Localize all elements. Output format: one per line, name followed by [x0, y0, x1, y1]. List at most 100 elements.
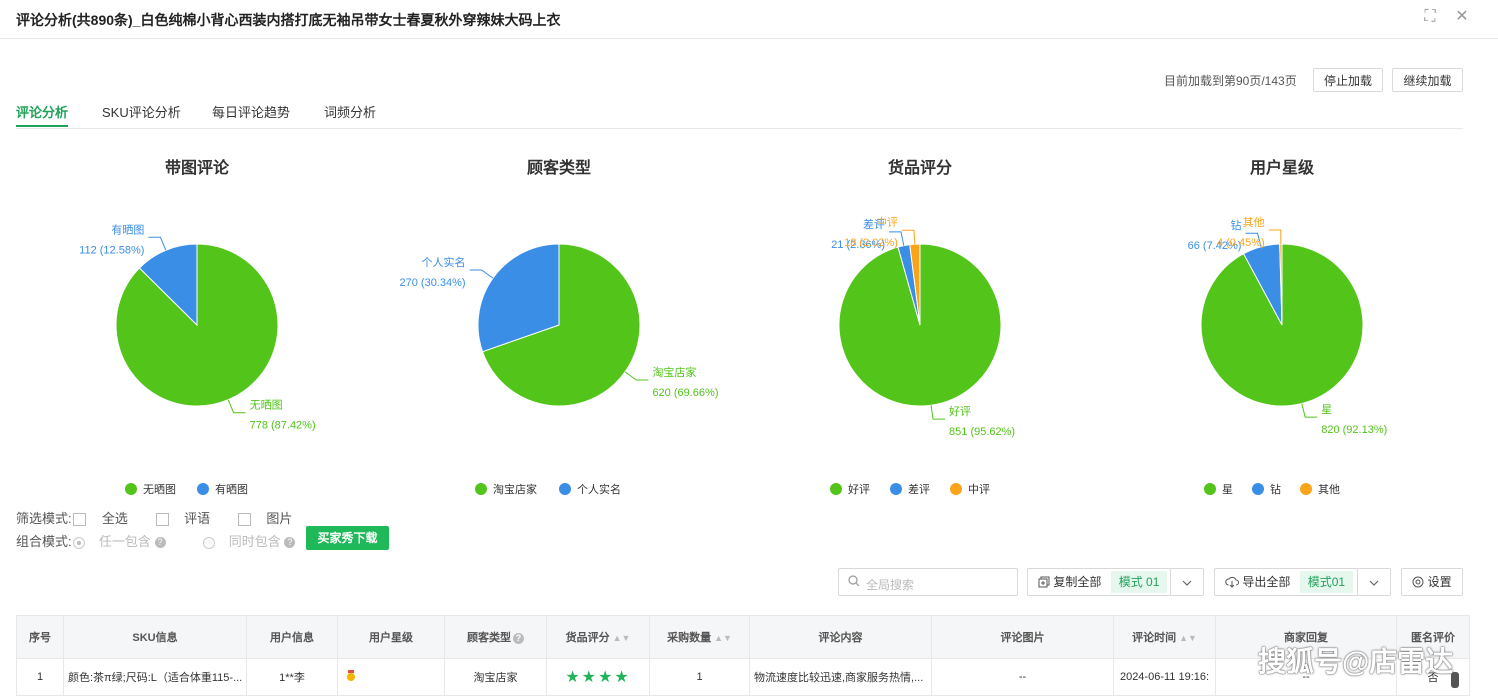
cell-user: 1**李	[246, 658, 338, 696]
combo-mode-row: 组合模式: 任一包含 ? 同时包含 ?	[16, 531, 296, 550]
legend-label[interactable]: 星	[1222, 483, 1233, 496]
medal-icon	[344, 669, 358, 686]
column-header-label: 货品评分	[565, 632, 610, 644]
column-header: SKU信息	[63, 615, 247, 659]
legend-label[interactable]: 钻	[1270, 482, 1281, 496]
cell-images: --	[931, 658, 1114, 696]
radio-all-include[interactable]	[203, 536, 216, 549]
column-header: 用户星级	[337, 615, 445, 659]
sort-icon[interactable]: ▲▼	[613, 633, 631, 643]
pie-leader-line	[1268, 229, 1282, 245]
help-icon[interactable]: ?	[513, 632, 524, 644]
pie-slice-label: 钻	[1230, 218, 1241, 232]
rating-stars: ★★★★	[565, 669, 631, 686]
column-header-label: 采购数量	[667, 632, 712, 644]
checkbox-label: 评语	[184, 511, 211, 526]
sort-icon[interactable]: ▲▼	[714, 633, 732, 643]
checkbox-label: 图片	[266, 511, 293, 526]
pie-leader-line	[148, 236, 167, 251]
cell-star-level	[337, 658, 445, 696]
pie-slice-label: 其他	[1243, 216, 1265, 229]
column-header-label: 顾客类型	[467, 632, 511, 644]
radio-label: 任一包含	[98, 534, 151, 549]
pie-slice-value: 820 (92.13%)	[1321, 424, 1387, 436]
cell-customer-type: 淘宝店家	[444, 658, 547, 696]
legend-marker[interactable]	[197, 483, 209, 495]
copy-mode-tag: 模式 01	[1110, 571, 1168, 593]
pie-slice-value: 620 (69.66%)	[652, 387, 718, 399]
pie-slice-value: 270 (30.34%)	[400, 277, 466, 289]
pie-charts: 无晒图778 (87.42%)有晒图112 (12.58%)无晒图 有晒图淘宝店家…	[79, 216, 1387, 496]
chevron-down-icon	[1369, 575, 1379, 589]
cell-rating: ★★★★	[546, 658, 650, 696]
export-all-label: 导出全部	[1242, 575, 1291, 589]
copy-mode-dropdown[interactable]	[1170, 568, 1204, 596]
legend-label[interactable]: 中评	[968, 483, 990, 496]
radio-any-include[interactable]	[73, 536, 86, 549]
legend-marker[interactable]	[475, 483, 487, 495]
pie-slice-label: 好评	[949, 404, 971, 418]
legend-marker[interactable]	[559, 483, 571, 495]
pie-slice-label: 个人实名	[422, 255, 466, 269]
table-row[interactable]: 1 颜色:茶π绿;尺码:L（适合体重115-... 1**李 淘宝店家 ★★★★…	[16, 658, 1470, 696]
legend-marker[interactable]	[890, 483, 902, 495]
cell-qty: 1	[649, 658, 750, 696]
checkbox-image[interactable]	[237, 513, 251, 527]
column-header: 序号	[16, 615, 64, 659]
filter-mode-row: 筛选模式: 全选 评语 图片	[16, 508, 292, 527]
settings-button[interactable]: 设置	[1401, 568, 1463, 596]
pie-leader-line	[469, 269, 494, 279]
legend-label[interactable]: 其他	[1318, 483, 1340, 496]
copy-all-button[interactable]: 复制全部 模式 01	[1027, 568, 1171, 596]
legend-label[interactable]: 无晒图	[143, 483, 176, 496]
pie-slice-value: 4 (0.45%)	[1217, 237, 1265, 249]
column-header[interactable]: 顾客类型?	[444, 615, 547, 659]
pie-slice-value: 112 (12.58%)	[79, 244, 144, 256]
pie-slice-label: 淘宝店家	[652, 365, 696, 379]
help-icon[interactable]: ?	[284, 537, 296, 549]
cell-time: 2024-06-11 19:16:	[1113, 658, 1216, 696]
legend-label[interactable]: 有晒图	[215, 482, 248, 496]
export-mode-tag: 模式01	[1299, 571, 1354, 593]
pie-slice-label: 中评	[876, 216, 898, 229]
combo-mode-label: 组合模式:	[16, 534, 72, 549]
legend-label[interactable]: 差评	[908, 482, 930, 496]
export-mode-dropdown[interactable]	[1357, 568, 1391, 596]
pie-leader-line	[902, 229, 916, 245]
chevron-down-icon	[1182, 575, 1192, 589]
export-all-button[interactable]: 导出全部 模式01	[1214, 568, 1358, 596]
cell-content: 物流速度比较迅速,商家服务热情,...	[749, 658, 932, 696]
legend-label[interactable]: 个人实名	[577, 482, 621, 496]
help-icon[interactable]: ?	[154, 537, 166, 549]
pie-leader-line	[1301, 403, 1318, 418]
filter-mode-label: 筛选模式:	[16, 511, 72, 526]
legend-marker[interactable]	[1300, 483, 1312, 495]
buyer-show-download-button[interactable]: 买家秀下载	[306, 526, 389, 550]
column-header[interactable]: 货品评分 ▲▼	[546, 615, 650, 659]
column-header: 用户信息	[246, 615, 338, 659]
cell-sku: 颜色:茶π绿;尺码:L（适合体重115-...	[63, 658, 247, 696]
settings-label: 设置	[1427, 575, 1452, 589]
legend-marker[interactable]	[1252, 483, 1264, 495]
column-header[interactable]: 采购数量 ▲▼	[649, 615, 750, 659]
cell-index: 1	[16, 658, 64, 696]
checkbox-comment[interactable]	[155, 513, 169, 527]
global-search-input[interactable]: 全局搜索	[838, 568, 1018, 596]
checkbox-select-all[interactable]	[73, 513, 87, 527]
pie-slice-label: 星	[1321, 403, 1332, 416]
radio-label: 同时包含	[228, 534, 281, 549]
legend-marker[interactable]	[830, 483, 842, 495]
column-header: 评论图片	[931, 615, 1114, 659]
pie-slice-value: 778 (87.42%)	[250, 420, 316, 432]
column-header[interactable]: 评论时间 ▲▼	[1113, 615, 1216, 659]
pie-leader-line	[227, 399, 246, 414]
sort-icon[interactable]: ▲▼	[1179, 633, 1197, 643]
legend-marker[interactable]	[125, 483, 137, 495]
watermark-text: 搜狐号@店雷达	[1258, 646, 1454, 677]
legend-marker[interactable]	[1204, 483, 1216, 495]
legend-marker[interactable]	[950, 483, 962, 495]
legend-label[interactable]: 好评	[848, 482, 870, 496]
legend-label[interactable]: 淘宝店家	[493, 482, 537, 496]
column-header-label: 评论时间	[1132, 632, 1177, 644]
copy-all-label: 复制全部	[1053, 575, 1102, 589]
